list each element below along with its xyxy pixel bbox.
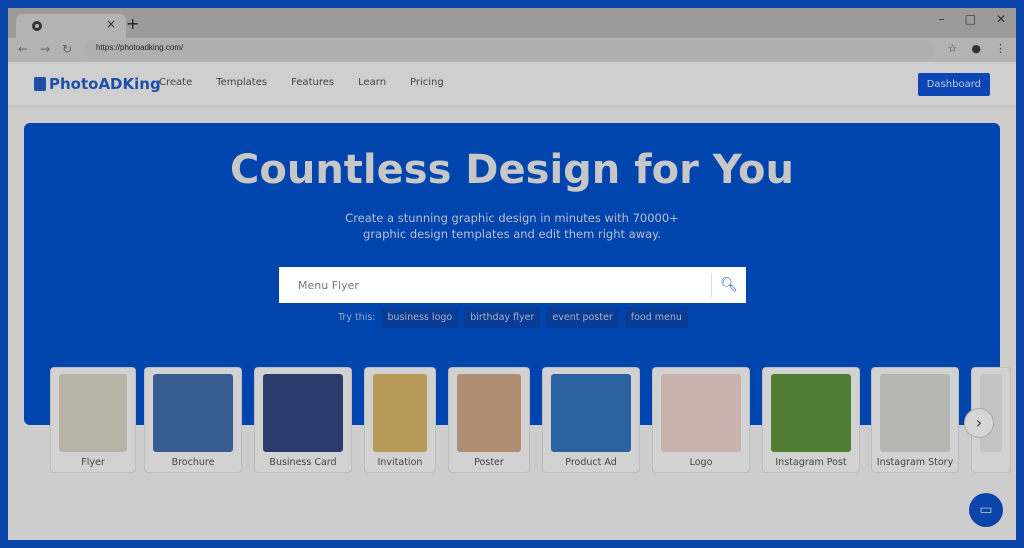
profile-icon[interactable]: ● bbox=[971, 42, 981, 55]
category-label: Invitation bbox=[377, 457, 423, 468]
category-label: Flyer bbox=[81, 457, 105, 468]
minimize-button[interactable]: – bbox=[939, 12, 945, 26]
category-label: Instagram Story bbox=[876, 457, 954, 468]
search-input[interactable] bbox=[279, 278, 711, 292]
logo-icon bbox=[34, 77, 46, 91]
category-carousel: Flyer Brochure Business Card Invitation Post… bbox=[8, 367, 1016, 473]
logo[interactable]: PhotoADKing bbox=[34, 75, 161, 93]
nav-create[interactable]: Create bbox=[159, 77, 192, 88]
bookmark-star-icon[interactable]: ☆ bbox=[948, 42, 958, 55]
category-thumbnail bbox=[880, 374, 950, 452]
maximize-button[interactable]: □ bbox=[965, 12, 976, 26]
category-card[interactable]: Instagram Story bbox=[871, 367, 959, 473]
close-window-button[interactable]: ✕ bbox=[996, 12, 1006, 26]
back-icon[interactable]: ← bbox=[18, 42, 28, 56]
nav-features[interactable]: Features bbox=[291, 77, 334, 88]
category-card[interactable]: Business Card bbox=[254, 367, 352, 473]
suggestions: Try this: business logo birthday flyer e… bbox=[338, 307, 688, 328]
menu-kebab-icon[interactable]: ⋮ bbox=[995, 42, 1006, 55]
chevron-right-icon[interactable]: › bbox=[964, 408, 994, 438]
category-card[interactable]: Logo bbox=[652, 367, 750, 473]
chrome-icon bbox=[32, 21, 42, 31]
category-card[interactable]: Product Ad bbox=[542, 367, 640, 473]
category-thumbnail bbox=[373, 374, 427, 452]
category-thumbnail bbox=[263, 374, 343, 452]
category-label: Instagram Post bbox=[775, 457, 847, 468]
close-tab-icon[interactable]: × bbox=[106, 17, 116, 31]
suggestion-chip[interactable]: event poster bbox=[546, 307, 619, 328]
suggestion-chip[interactable]: birthday flyer bbox=[464, 307, 541, 328]
new-tab-button[interactable]: + bbox=[126, 14, 139, 33]
category-label: Logo bbox=[689, 457, 713, 468]
category-label: Poster bbox=[474, 457, 504, 468]
site-header: PhotoADKing Create Templates Features Le… bbox=[8, 62, 1016, 107]
category-thumbnail bbox=[457, 374, 521, 452]
browser-tab[interactable]: × bbox=[16, 14, 126, 38]
reload-icon[interactable]: ↻ bbox=[62, 42, 72, 56]
nav-pricing[interactable]: Pricing bbox=[410, 77, 444, 88]
category-thumbnail bbox=[661, 374, 741, 452]
search-box: 🔍︎ bbox=[279, 267, 746, 303]
category-card[interactable]: Invitation bbox=[364, 367, 436, 473]
hero-title: Countless Design for You bbox=[230, 147, 794, 193]
try-label: Try this: bbox=[338, 312, 376, 323]
browser-window: × + – □ ✕ ← → ↻ https://photoadking.com/… bbox=[8, 8, 1016, 540]
suggestion-chip[interactable]: food menu bbox=[624, 307, 688, 328]
dashboard-button[interactable]: Dashboard bbox=[917, 73, 990, 96]
category-thumbnail bbox=[153, 374, 233, 452]
tab-bar: × + – □ ✕ bbox=[8, 8, 1016, 38]
nav-learn[interactable]: Learn bbox=[358, 77, 386, 88]
chat-icon[interactable]: ▭ bbox=[969, 493, 1003, 527]
hero-subtitle: Create a stunning graphic design in minu… bbox=[345, 211, 679, 241]
category-thumbnail bbox=[551, 374, 631, 452]
category-card[interactable]: Poster bbox=[448, 367, 530, 473]
category-card[interactable]: Instagram Post bbox=[762, 367, 860, 473]
category-thumbnail bbox=[771, 374, 851, 452]
search-icon[interactable]: 🔍︎ bbox=[712, 277, 746, 293]
category-card[interactable]: Brochure bbox=[144, 367, 242, 473]
category-card[interactable]: Flyer bbox=[50, 367, 136, 473]
nav-templates[interactable]: Templates bbox=[216, 77, 267, 88]
forward-icon[interactable]: → bbox=[40, 42, 50, 56]
category-label: Product Ad bbox=[565, 457, 617, 468]
category-label: Brochure bbox=[171, 457, 215, 468]
category-label: Business Card bbox=[269, 457, 337, 468]
address-bar-row: ← → ↻ https://photoadking.com/ ☆ ● ⋮ bbox=[8, 38, 1016, 62]
url-field[interactable]: https://photoadking.com/ bbox=[84, 40, 934, 60]
suggestion-chip[interactable]: business logo bbox=[381, 307, 459, 328]
category-thumbnail bbox=[59, 374, 127, 452]
